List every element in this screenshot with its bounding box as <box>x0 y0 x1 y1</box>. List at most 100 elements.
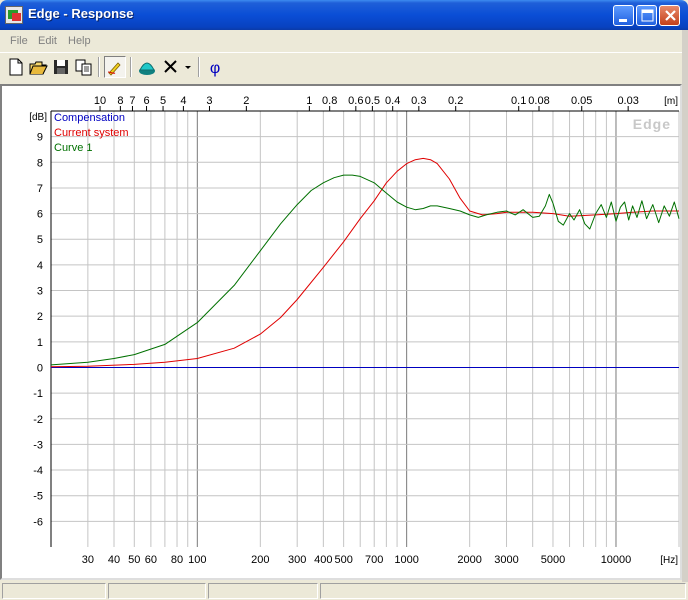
top-axis-tick-label: 10 <box>94 95 106 107</box>
dropdown-arrow-icon <box>185 66 191 69</box>
top-axis-tick-label: 0.5 <box>365 95 380 107</box>
top-axis-tick-label: 0.03 <box>617 95 638 107</box>
y-axis-tick-label: 2 <box>37 311 43 323</box>
top-axis-tick-label: 0.6 <box>348 95 363 107</box>
close-button[interactable] <box>659 5 680 26</box>
top-axis-tick-label: 0.1 <box>511 95 526 107</box>
delete-button[interactable] <box>160 56 182 78</box>
top-axis-tick-label: 0.8 <box>322 95 337 107</box>
save-disk-icon <box>54 60 68 74</box>
x-axis-tick-label: 10000 <box>601 554 632 566</box>
status-panel <box>320 583 686 599</box>
x-axis-tick-label: 300 <box>288 554 306 566</box>
y-axis-tick-label: -4 <box>33 465 43 477</box>
delete-dropdown-button[interactable] <box>182 56 194 78</box>
chart-watermark: Edge <box>633 116 671 132</box>
legend-entry: Current system <box>54 127 129 139</box>
x-axis-tick-label: 3000 <box>494 554 518 566</box>
top-axis-tick-label: 0.2 <box>448 95 463 107</box>
y-axis-tick-label: 0 <box>37 362 43 374</box>
draw-button[interactable] <box>104 56 126 78</box>
y-axis-tick-label: 5 <box>37 234 43 246</box>
window-border <box>682 30 688 582</box>
top-axis-tick-label: 2 <box>243 95 249 107</box>
window-title: Edge - Response <box>28 6 134 21</box>
menu-edit[interactable]: Edit <box>38 35 57 47</box>
x-axis-tick-label: 80 <box>171 554 183 566</box>
delete-x-icon <box>164 60 177 73</box>
x-axis-tick-label: 500 <box>334 554 352 566</box>
top-axis-unit-label: [m] <box>664 96 678 107</box>
y-axis-tick-label: 4 <box>37 260 43 272</box>
top-axis-tick-label: 0.4 <box>385 95 400 107</box>
maximize-icon <box>641 9 654 22</box>
phase-button[interactable]: φ <box>204 56 226 78</box>
open-button[interactable] <box>27 56 49 78</box>
response-chart[interactable]: 10 8 7 6 5 4 3 2 1 0.8 0.6 0.5 0.4 0.3 0.2 0.1 0.08 0.05 0… <box>2 86 680 578</box>
toolbar: φ <box>0 52 688 82</box>
open-folder-icon <box>29 61 48 75</box>
toolbar-separator <box>198 57 200 77</box>
y-axis-tick-label: -6 <box>33 516 43 528</box>
status-bar <box>0 582 688 600</box>
y-axis-tick-label: 6 <box>37 209 43 221</box>
status-panel <box>2 583 106 599</box>
top-axis-tick-label: 1 <box>306 95 312 107</box>
status-panel <box>208 583 318 599</box>
x-axis-tick-label: 200 <box>251 554 269 566</box>
app-icon[interactable] <box>5 6 23 24</box>
y-axis-tick-label: 1 <box>37 337 43 349</box>
top-axis-tick-label: 0.3 <box>411 95 426 107</box>
x-axis-tick-label: 400 <box>314 554 332 566</box>
toolbar-separator <box>130 57 132 77</box>
x-axis-tick-label: 40 <box>108 554 120 566</box>
pen-icon <box>107 62 121 76</box>
x-axis-tick-label: 700 <box>365 554 383 566</box>
menu-bar: File Edit Help <box>0 30 688 52</box>
y-axis-tick-label: 8 <box>37 157 43 169</box>
new-file-icon <box>9 58 23 76</box>
x-axis-unit-label: [Hz] <box>660 555 678 566</box>
top-axis-tick-label: 4 <box>180 95 186 107</box>
x-axis-tick-label: 2000 <box>457 554 481 566</box>
top-axis-tick-label: 7 <box>129 95 135 107</box>
y-axis-tick-label: -1 <box>33 388 43 400</box>
x-axis-tick-label: 30 <box>82 554 94 566</box>
toolbar-separator <box>98 57 100 77</box>
speaker-icon <box>139 62 155 75</box>
legend-entry: Compensation <box>54 112 125 124</box>
series-line-curve-1 <box>50 174 680 366</box>
y-axis-unit-label: [dB] <box>29 112 47 123</box>
copy-button[interactable] <box>73 56 95 78</box>
y-axis-tick-label: -3 <box>33 439 43 451</box>
top-axis-tick-label: 0.05 <box>571 95 592 107</box>
minimize-button[interactable] <box>613 5 634 26</box>
top-axis-tick-label: 5 <box>160 95 166 107</box>
speaker-button[interactable] <box>136 56 158 78</box>
save-button[interactable] <box>50 56 72 78</box>
series-line-current-system <box>50 157 679 368</box>
top-axis-tick-label: 8 <box>117 95 123 107</box>
copy-icon <box>75 59 92 76</box>
y-axis-tick-label: -5 <box>33 491 43 503</box>
top-axis-tick-label: 6 <box>143 95 149 107</box>
title-bar: Edge - Response <box>0 0 688 30</box>
minimize-icon <box>619 19 627 22</box>
y-axis-tick-label: 7 <box>37 183 43 195</box>
x-axis-tick-label: 1000 <box>394 554 418 566</box>
new-file-button[interactable] <box>5 56 27 78</box>
chart-frame: 10 8 7 6 5 4 3 2 1 0.8 0.6 0.5 0.4 0.3 0.2 0.1 0.08 0.05 0… <box>0 84 682 580</box>
legend-entry: Curve 1 <box>54 142 93 154</box>
menu-help[interactable]: Help <box>68 35 91 47</box>
maximize-button[interactable] <box>636 5 657 26</box>
top-axis-tick-label: 0.08 <box>528 95 549 107</box>
menu-file[interactable]: File <box>10 35 28 47</box>
x-axis-tick-label: 100 <box>188 554 206 566</box>
y-axis-tick-label: -2 <box>33 414 43 426</box>
x-axis-tick-label: 50 <box>128 554 140 566</box>
x-axis-tick-label: 60 <box>145 554 157 566</box>
close-icon <box>665 10 676 21</box>
top-axis-tick-label: 3 <box>206 95 212 107</box>
x-axis-tick-label: 5000 <box>541 554 565 566</box>
y-axis-tick-label: 9 <box>37 132 43 144</box>
